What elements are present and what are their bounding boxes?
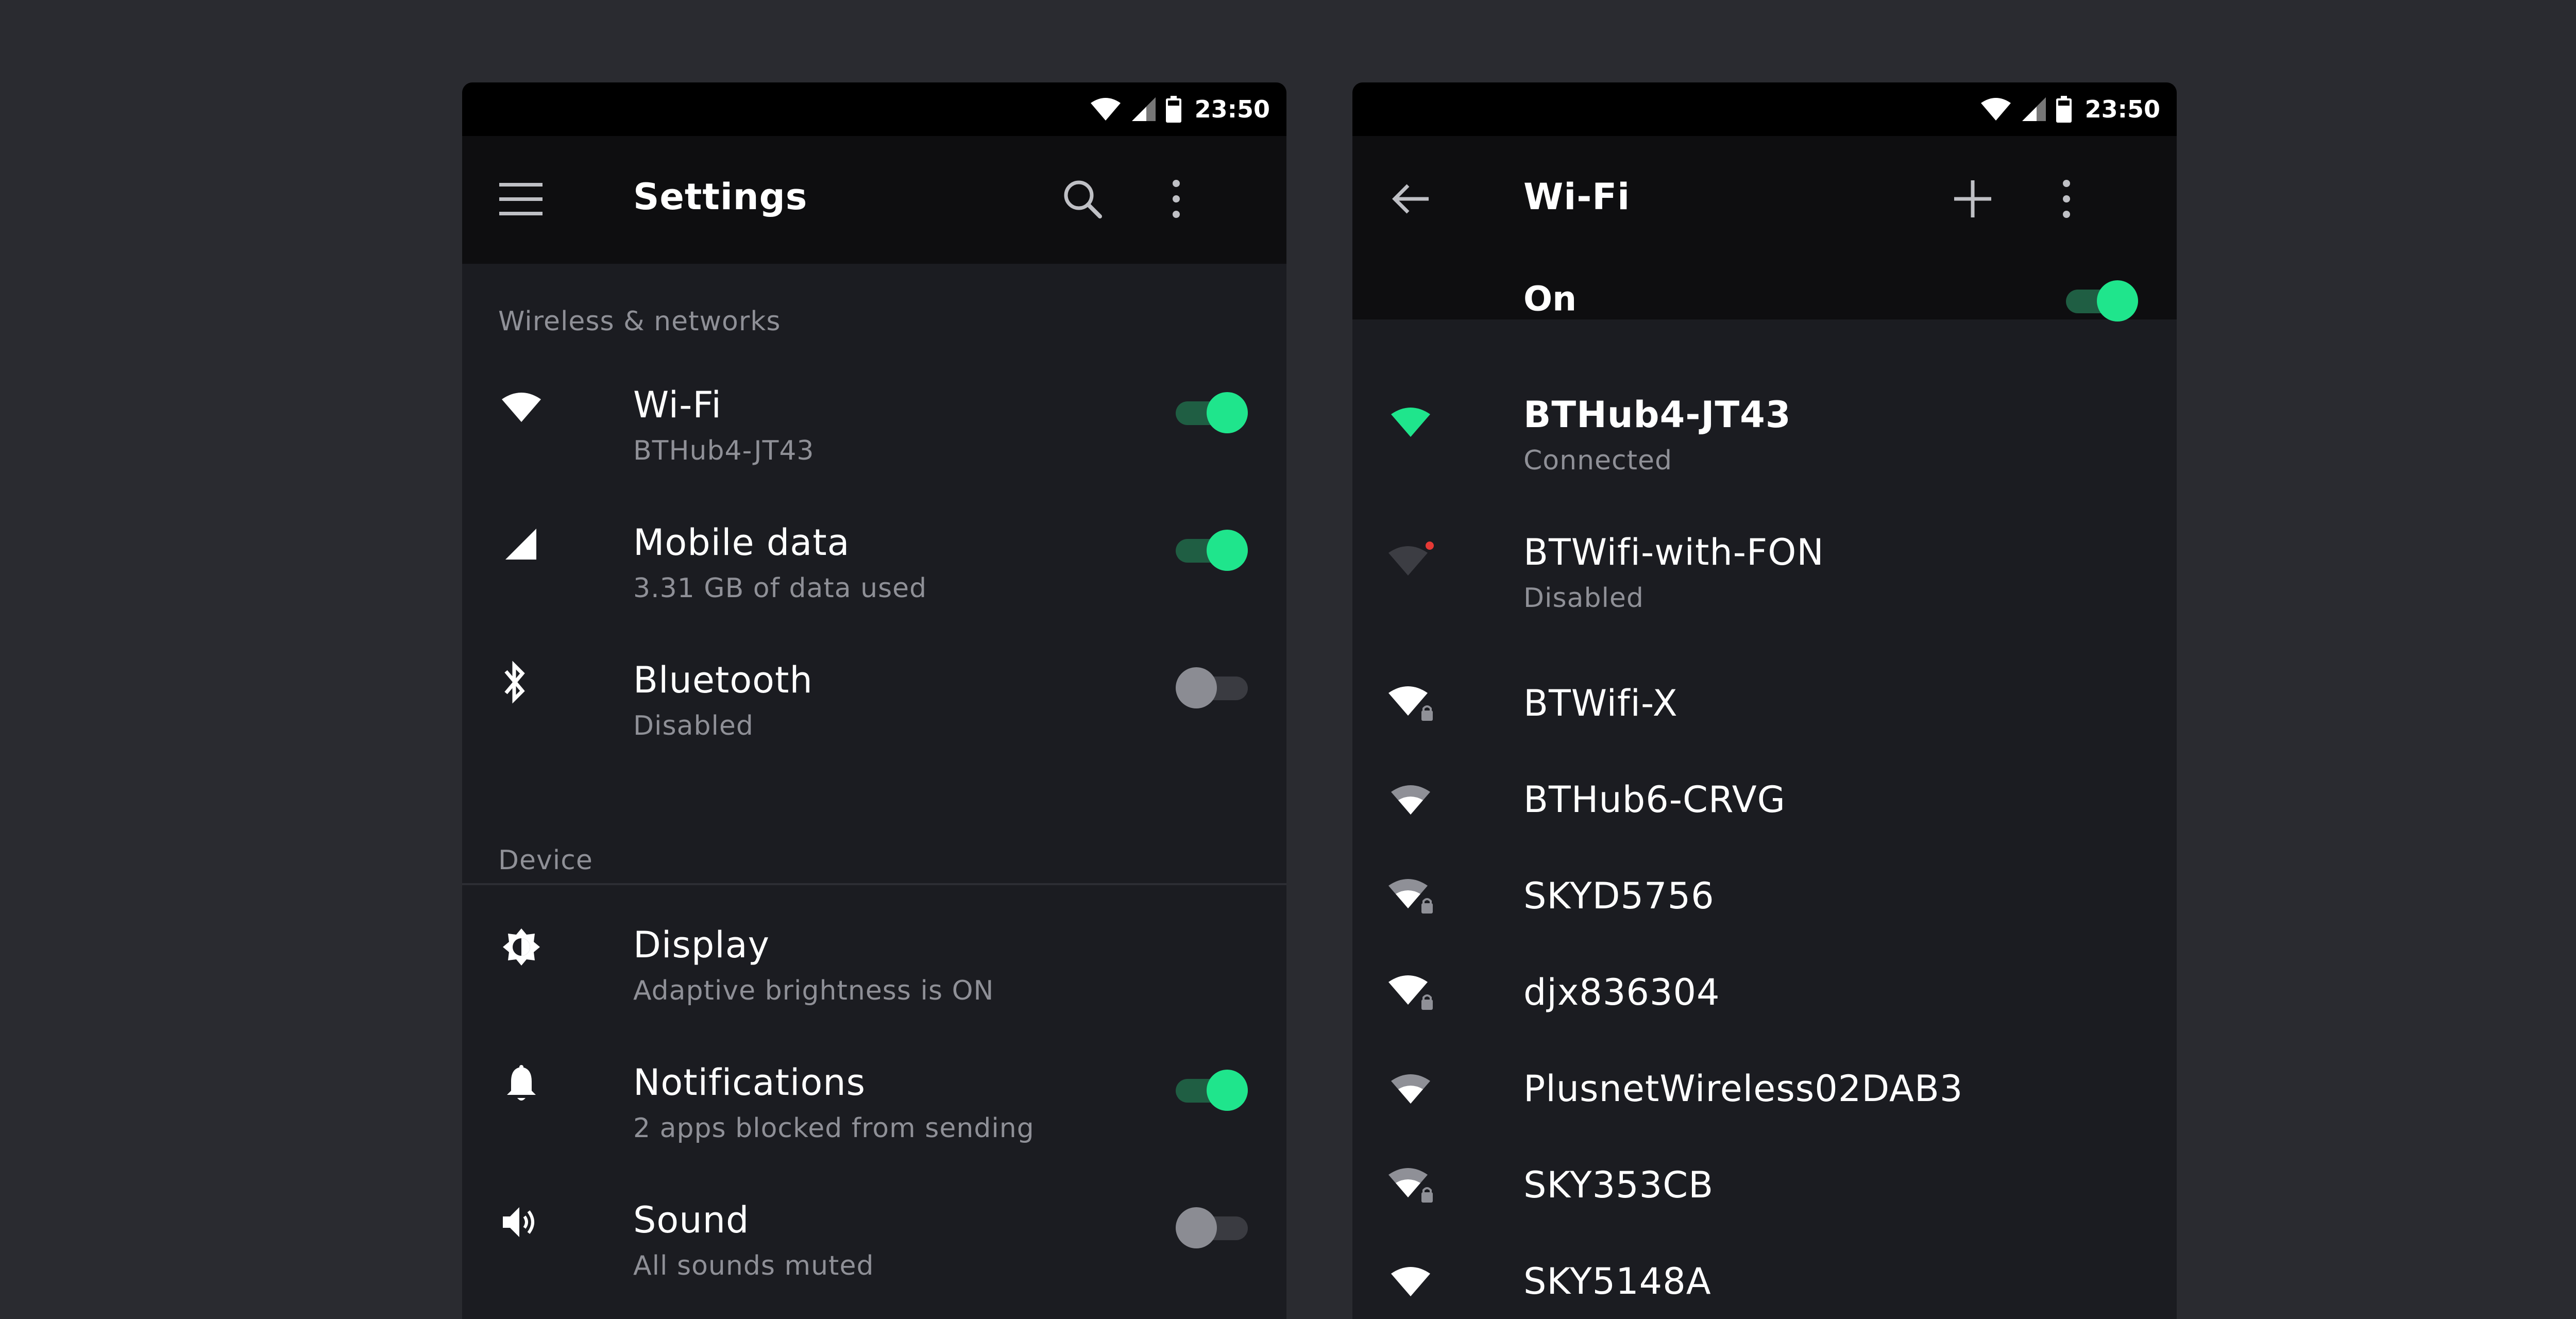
settings-item-title: Sound [633,1199,750,1241]
settings-item-display[interactable]: Display Adaptive brightness is ON [462,924,1286,1058]
wifi-disabled-icon [1387,536,1434,583]
wifi-master-label: On [1523,279,1577,319]
overflow-menu-button[interactable] [2043,176,2090,224]
search-icon [1062,179,1103,221]
settings-item-subtitle: BTHub4-JT43 [633,435,815,466]
settings-item-notifications[interactable]: Notifications 2 apps blocked from sendin… [462,1061,1286,1195]
status-bar: 23:50 [462,82,1286,136]
network-name: SKYD5756 [1523,875,1715,917]
section-divider [462,883,1286,885]
settings-item-mobile-data[interactable]: Mobile data 3.31 GB of data used [462,521,1286,655]
signal-icon [2021,96,2047,122]
search-button[interactable] [1059,176,1106,224]
top-app-bar: Wi-Fi On [1352,136,2177,322]
settings-item-subtitle: Disabled [633,711,754,741]
settings-item-subtitle: Adaptive brightness is ON [633,975,994,1006]
wifi-icon [1387,1258,1434,1305]
wifi-lock-icon [1387,873,1434,919]
more-vert-icon [2061,178,2072,222]
add-icon [1953,179,1992,221]
arrow-back-icon [1392,183,1431,216]
wifi-icon [1387,776,1434,823]
wifi-lock-icon [1387,680,1434,726]
network-name: SKY353CB [1523,1164,1714,1206]
bluetooth-icon [492,659,538,705]
network-name: djx836304 [1523,971,1720,1013]
mobile-data-toggle[interactable] [1176,528,1248,571]
section-header-device: Device [498,845,593,876]
page-title: Settings [633,176,808,218]
network-status: Connected [1523,445,1673,476]
settings-item-subtitle: 2 apps blocked from sending [633,1113,1035,1144]
wifi-toggle[interactable] [1176,390,1248,433]
bell-icon [498,1061,545,1108]
settings-item-title: Mobile data [633,521,850,564]
section-header-wireless: Wireless & networks [498,306,781,337]
network-name: BTHub4-JT43 [1523,394,1791,436]
brightness-icon [498,924,545,970]
wifi-icon [1387,1066,1434,1112]
wifi-lock-icon [1387,969,1434,1016]
settings-item-subtitle: 3.31 GB of data used [633,573,927,604]
volume-icon [498,1199,545,1245]
notifications-toggle[interactable] [1176,1068,1248,1111]
wifi-icon [1980,97,2012,122]
status-clock: 23:50 [1194,95,1270,123]
battery-icon [2056,96,2072,123]
network-name: BTWifi-with-FON [1523,531,1824,573]
network-status: Disabled [1523,583,1644,614]
settings-item-sound[interactable]: Sound All sounds muted [462,1199,1286,1319]
page-title: Wi-Fi [1523,176,1631,218]
settings-item-title: Wi-Fi [633,384,722,426]
settings-item-wifi[interactable]: Wi-Fi BTHub4-JT43 [462,384,1286,518]
status-bar: 23:50 [1352,82,2177,136]
back-button[interactable] [1387,176,1435,224]
battery-icon [1165,96,1181,123]
wifi-master-toggle[interactable] [2066,278,2138,322]
status-clock: 23:50 [2084,95,2160,123]
signal-icon [1131,96,1157,122]
menu-button[interactable] [497,176,545,224]
wifi-icon [1090,97,1122,122]
settings-item-subtitle: All sounds muted [633,1250,874,1281]
wifi-connected-icon [1387,399,1434,445]
settings-screen: 23:50 Settings Wireless & networks Wi-Fi… [462,82,1286,1319]
settings-item-title: Display [633,924,770,966]
menu-icon [499,182,543,218]
settings-item-bluetooth[interactable]: Bluetooth Disabled [462,659,1286,793]
top-app-bar: Settings [462,136,1286,264]
settings-item-title: Bluetooth [633,659,813,701]
wifi-lock-icon [1387,1162,1434,1208]
network-name: SKY5148A [1523,1260,1711,1303]
network-name: PlusnetWireless02DAB3 [1523,1068,1963,1110]
settings-item-title: Notifications [633,1061,866,1104]
network-name: BTHub6-CRVG [1523,779,1786,821]
network-name: BTWifi-X [1523,682,1678,724]
bluetooth-toggle[interactable] [1176,665,1248,708]
wifi-screen: 23:50 Wi-Fi On BTHub4-JT43 Connected BTW… [1352,82,2177,1319]
add-network-button[interactable] [1949,176,1996,224]
sound-toggle[interactable] [1176,1205,1248,1248]
wifi-icon [498,384,545,430]
overflow-menu-button[interactable] [1153,176,1200,224]
more-vert-icon [1171,178,1181,222]
signal-icon [498,521,545,568]
